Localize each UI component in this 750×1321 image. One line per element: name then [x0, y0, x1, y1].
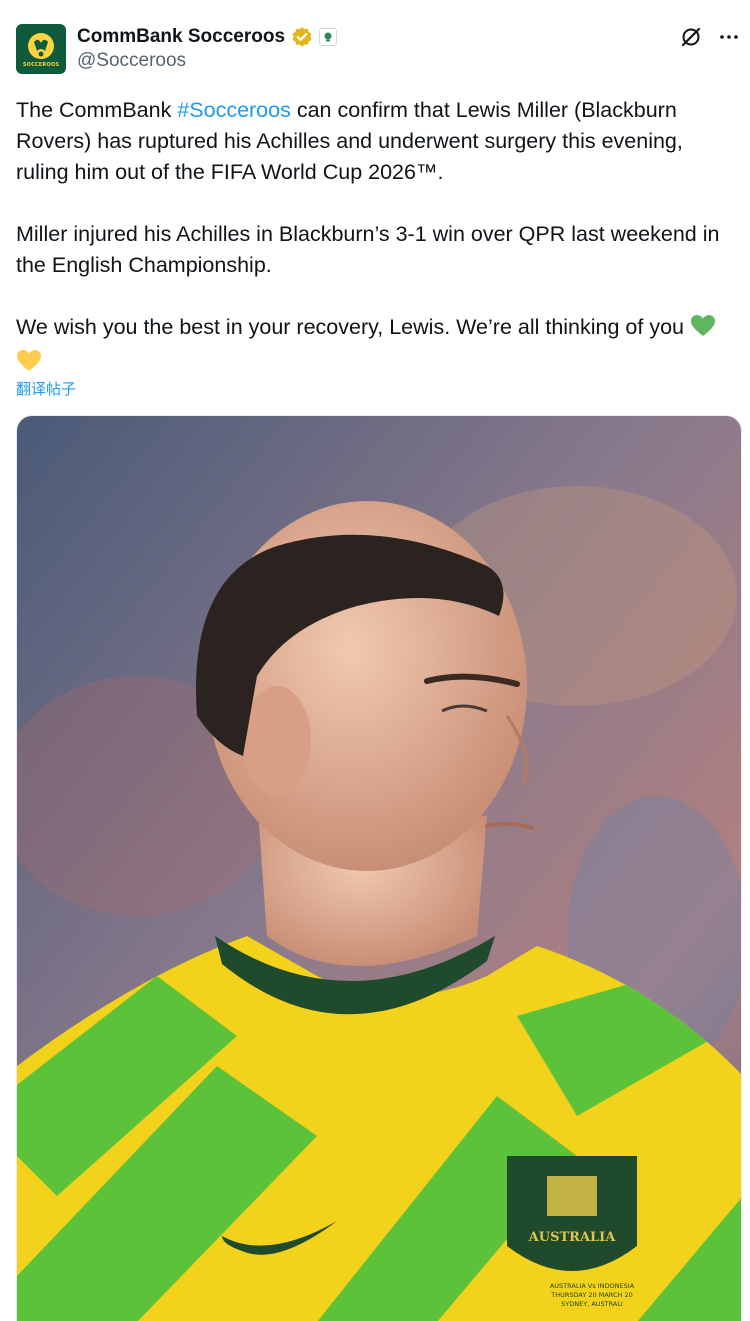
post-body: The CommBank #Socceroos can confirm that…	[16, 95, 740, 382]
author-display-name[interactable]: CommBank Socceroos	[77, 26, 285, 48]
affiliate-badge-icon[interactable]	[319, 28, 338, 46]
australia-crest-icon: AUSTRALIA	[507, 1156, 637, 1271]
caption-line-1: AUSTRALIA Vs INDONESIA	[550, 1282, 635, 1290]
post-paragraph-2: Miller injured his Achilles in Blackburn…	[16, 222, 720, 277]
post-paragraph-1: The CommBank #Socceroos can confirm that…	[16, 95, 740, 188]
crest-text: AUSTRALIA	[528, 1230, 617, 1245]
socceroos-logo-icon	[28, 32, 54, 59]
grok-icon[interactable]	[678, 24, 704, 50]
post-text-lead: The CommBank	[16, 98, 178, 122]
player-ear	[243, 686, 311, 796]
translate-post-link[interactable]: 翻译帖子	[16, 378, 76, 399]
post-actions	[678, 24, 742, 50]
post-image[interactable]: AUSTRALIA AUSTRALIA Vs INDONESIA THURSDA…	[16, 415, 742, 1321]
author-name-row: CommBank Socceroos	[77, 24, 338, 50]
post-paragraph-3: We wish you the best in your recovery, L…	[16, 312, 740, 382]
more-options-icon[interactable]	[716, 24, 742, 50]
caption-line-2: THURSDAY 20 MARCH 20	[550, 1291, 632, 1299]
post-text-closing: We wish you the best in your recovery, L…	[16, 315, 685, 339]
hashtag-link[interactable]: #Socceroos	[177, 98, 291, 122]
avatar-label: SOCCEROOS	[22, 61, 60, 68]
avatar[interactable]: SOCCEROOS	[16, 24, 66, 74]
verified-badge-icon[interactable]	[291, 26, 313, 48]
author-handle[interactable]: @Socceroos	[77, 50, 186, 72]
caption-line-3: SYDNEY, AUSTRALI	[561, 1300, 623, 1308]
green-heart-icon	[690, 314, 716, 347]
